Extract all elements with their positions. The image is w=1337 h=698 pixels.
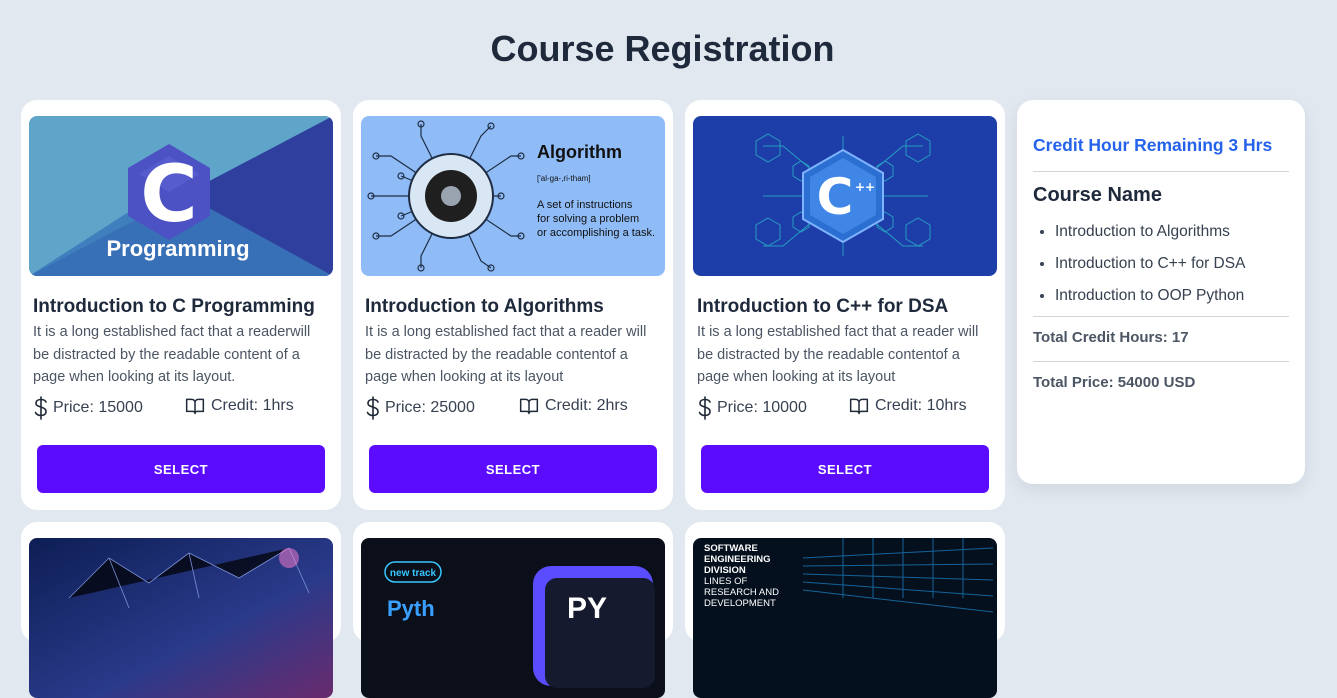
svg-text:or accomplishing a task.: or accomplishing a task. [537, 227, 655, 239]
course-card-row2-1 [21, 522, 341, 698]
course-image-row2-2: new track Pyth PY [361, 538, 665, 698]
price-text: Price: 15000 [53, 399, 143, 416]
book-open-icon [185, 398, 205, 415]
select-button[interactable]: SELECT [369, 445, 657, 493]
svg-text:C: C [817, 168, 854, 226]
svg-text:Pyth: Pyth [387, 596, 435, 621]
price-text: Price: 25000 [385, 399, 475, 416]
svg-text:Programming: Programming [106, 236, 249, 261]
dollar-icon [366, 396, 379, 420]
credit-remaining: Credit Hour Remaining 3 Hrs [1033, 135, 1273, 155]
total-price: Total Price: 54000 USD [1033, 374, 1196, 391]
course-image-cpp: C ++ [693, 116, 997, 276]
course-credit: Credit: 2hrs [519, 396, 628, 416]
course-price: Price: 25000 [365, 396, 475, 420]
course-card-cpp-dsa: C ++ Introduction to C++ for DSA It is a… [685, 100, 1005, 510]
course-title: Introduction to C Programming [33, 296, 315, 317]
svg-text:DIVISION: DIVISION [704, 565, 746, 576]
book-open-icon [519, 398, 539, 415]
svg-text:LINES OF: LINES OF [704, 576, 747, 587]
course-credit: Credit: 10hrs [849, 396, 967, 416]
course-meta: Price: 10000 Credit: 10hrs [697, 396, 997, 420]
divider [1033, 316, 1289, 317]
course-price: Price: 10000 [697, 396, 807, 420]
course-image-row2-3: SOFTWARE ENGINEERING DIVISION LINES OF R… [693, 538, 997, 698]
course-description: It is a long established fact that a rea… [697, 324, 979, 385]
dollar-icon [698, 396, 711, 420]
svg-text:SOFTWARE: SOFTWARE [704, 543, 758, 554]
course-title: Introduction to C++ for DSA [697, 296, 949, 317]
course-card-algorithms: Algorithm ['al-ga-,ri-tham] A set of ins… [353, 100, 673, 510]
course-name-heading: Course Name [1033, 184, 1162, 206]
price-text: Price: 10000 [717, 399, 807, 416]
svg-text:new track: new track [390, 568, 437, 579]
divider [1033, 171, 1289, 172]
list-item: Introduction to OOP Python [1055, 284, 1305, 316]
course-credit: Credit: 1hrs [185, 396, 294, 416]
svg-text:ENGINEERING: ENGINEERING [704, 554, 771, 565]
course-image-algorithms: Algorithm ['al-ga-,ri-tham] A set of ins… [361, 116, 665, 276]
course-price: Price: 15000 [33, 396, 143, 420]
svg-text:Algorithm: Algorithm [537, 142, 622, 162]
course-title: Introduction to Algorithms [365, 296, 604, 317]
credit-text: Credit: 1hrs [211, 397, 294, 414]
selected-course-list: Introduction to Algorithms Introduction … [1033, 220, 1305, 316]
list-item: Introduction to Algorithms [1055, 220, 1305, 252]
course-image-c-programming: C Programming [29, 116, 333, 276]
select-button[interactable]: SELECT [701, 445, 989, 493]
list-item: Introduction to C++ for DSA [1055, 252, 1305, 284]
svg-text:RESEARCH AND: RESEARCH AND [704, 587, 779, 598]
svg-text:['al-ga-,ri-tham]: ['al-ga-,ri-tham] [537, 174, 591, 183]
course-image-row2-1 [29, 538, 333, 698]
course-card-c-programming: C Programming Introduction to C Programm… [21, 100, 341, 510]
svg-text:A set of instructions: A set of instructions [537, 199, 633, 211]
course-meta: Price: 15000 Credit: 1hrs [33, 396, 333, 420]
course-description: It is a long established fact that a rea… [365, 324, 647, 385]
page-title: Course Registration [490, 28, 835, 69]
course-card-row2-2: new track Pyth PY [353, 522, 673, 698]
course-card-row2-3: SOFTWARE ENGINEERING DIVISION LINES OF R… [685, 522, 1005, 698]
svg-text:PY: PY [567, 592, 607, 625]
svg-text:C: C [140, 150, 197, 240]
selection-sidebar: Credit Hour Remaining 3 Hrs Course Name … [1017, 100, 1305, 484]
book-open-icon [849, 398, 869, 415]
svg-text:++: ++ [855, 180, 875, 194]
credit-text: Credit: 2hrs [545, 397, 628, 414]
total-credit-hours: Total Credit Hours: 17 [1033, 329, 1189, 346]
course-description: It is a long established fact that a rea… [33, 324, 311, 385]
svg-text:for solving a problem: for solving a problem [537, 213, 639, 225]
course-meta: Price: 25000 Credit: 2hrs [365, 396, 665, 420]
select-button[interactable]: SELECT [37, 445, 325, 493]
credit-text: Credit: 10hrs [875, 397, 967, 414]
dollar-icon [34, 396, 47, 420]
divider [1033, 361, 1289, 362]
